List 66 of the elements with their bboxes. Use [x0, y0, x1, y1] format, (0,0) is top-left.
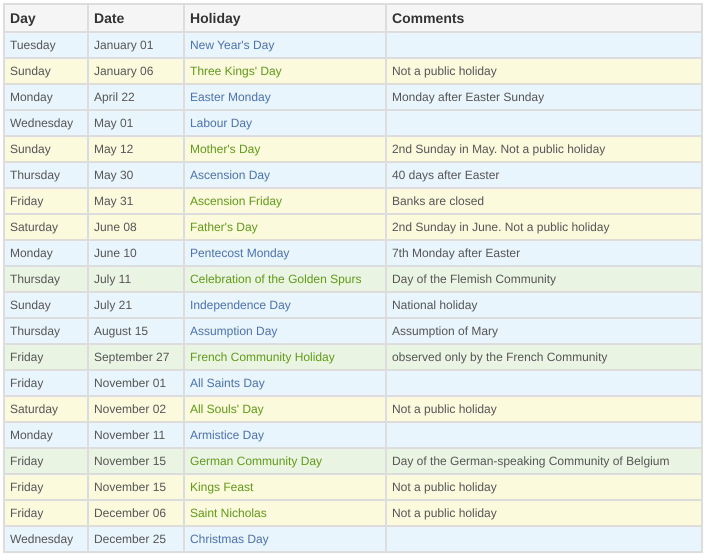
date-cell: November 15: [88, 474, 184, 500]
comment-cell: 7th Monday after Easter: [386, 240, 702, 266]
date-cell: January 01: [88, 32, 184, 58]
day-cell: Friday: [4, 370, 88, 396]
date-cell: November 01: [88, 370, 184, 396]
comment-cell: 2nd Sunday in June. Not a public holiday: [386, 214, 702, 240]
date-cell: April 22: [88, 84, 184, 110]
day-cell: Thursday: [4, 162, 88, 188]
comment-cell: National holiday: [386, 292, 702, 318]
day-cell: Saturday: [4, 214, 88, 240]
comment-cell: Day of the Flemish Community: [386, 266, 702, 292]
date-cell: November 15: [88, 448, 184, 474]
holiday-link[interactable]: All Souls' Day: [190, 402, 264, 416]
column-header: Date: [88, 4, 184, 32]
date-cell: May 12: [88, 136, 184, 162]
comment-cell: Assumption of Mary: [386, 318, 702, 344]
day-cell: Sunday: [4, 136, 88, 162]
comment-cell: Not a public holiday: [386, 396, 702, 422]
day-cell: Monday: [4, 422, 88, 448]
holiday-link[interactable]: Mother's Day: [190, 142, 260, 156]
date-cell: May 01: [88, 110, 184, 136]
day-cell: Monday: [4, 240, 88, 266]
holiday-link[interactable]: All Saints Day: [190, 376, 265, 390]
date-cell: November 11: [88, 422, 184, 448]
comment-cell: observed only by the French Community: [386, 344, 702, 370]
comment-cell: Not a public holiday: [386, 58, 702, 84]
holiday-link[interactable]: Armistice Day: [190, 428, 264, 442]
comment-cell: Day of the German-speaking Community of Belgium: [386, 448, 702, 474]
date-cell: May 30: [88, 162, 184, 188]
comment-cell: 40 days after Easter: [386, 162, 702, 188]
day-cell: Wednesday: [4, 526, 88, 552]
date-cell: December 06: [88, 500, 184, 526]
day-cell: Friday: [4, 448, 88, 474]
date-cell: January 06: [88, 58, 184, 84]
day-cell: Saturday: [4, 396, 88, 422]
column-header: Holiday: [184, 4, 386, 32]
date-cell: November 02: [88, 396, 184, 422]
comment-cell: 2nd Sunday in May. Not a public holiday: [386, 136, 702, 162]
comment-cell: Monday after Easter Sunday: [386, 84, 702, 110]
holiday-link[interactable]: Kings Feast: [190, 480, 254, 494]
column-header: Comments: [386, 4, 702, 32]
date-cell: July 21: [88, 292, 184, 318]
day-cell: Sunday: [4, 58, 88, 84]
day-cell: Wednesday: [4, 110, 88, 136]
day-cell: Friday: [4, 188, 88, 214]
date-cell: September 27: [88, 344, 184, 370]
date-cell: July 11: [88, 266, 184, 292]
day-cell: Friday: [4, 500, 88, 526]
day-cell: Thursday: [4, 318, 88, 344]
comment-cell: Not a public holiday: [386, 474, 702, 500]
date-cell: June 10: [88, 240, 184, 266]
day-cell: Friday: [4, 474, 88, 500]
day-cell: Thursday: [4, 266, 88, 292]
column-header: Day: [4, 4, 88, 32]
day-cell: Monday: [4, 84, 88, 110]
date-cell: June 08: [88, 214, 184, 240]
comment-cell: Banks are closed: [386, 188, 702, 214]
date-cell: May 31: [88, 188, 184, 214]
holiday-link[interactable]: Father's Day: [190, 220, 258, 234]
date-cell: August 15: [88, 318, 184, 344]
day-cell: Sunday: [4, 292, 88, 318]
date-cell: December 25: [88, 526, 184, 552]
day-cell: Friday: [4, 344, 88, 370]
comment-cell: Not a public holiday: [386, 500, 702, 526]
day-cell: Tuesday: [4, 32, 88, 58]
holiday-link[interactable]: Labour Day: [190, 116, 252, 130]
